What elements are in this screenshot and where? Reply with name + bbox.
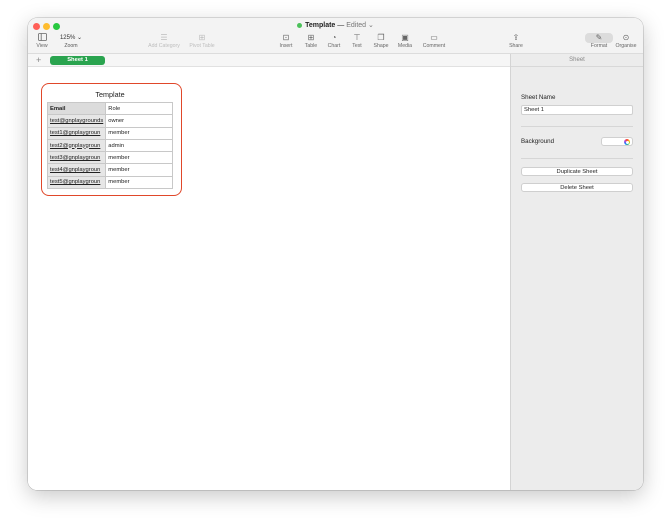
email-cell[interactable]: test5@gnplaygroun (46, 175, 107, 190)
email-cell[interactable]: test1@gnplaygroun (46, 126, 107, 140)
delete-sheet-button[interactable]: Delete Sheet (521, 183, 633, 192)
text-label: Text (352, 43, 362, 49)
insert-label: Insert (279, 43, 293, 49)
paintbrush-icon: ✎ (585, 33, 613, 43)
toolbar: Template — Edited ⌄ View 125% ⌄ Zoom ☰ A… (28, 18, 643, 54)
insert-button[interactable]: ⊡ Insert (272, 33, 300, 49)
document-status-icon (297, 22, 303, 28)
tab-sheet-1[interactable]: Sheet 1 (50, 56, 105, 65)
background-label: Background (521, 138, 555, 145)
add-sheet-button[interactable]: + (36, 54, 41, 66)
insert-icon: ⊡ (282, 33, 290, 42)
role-cell[interactable]: member (105, 126, 174, 140)
table-row: test1@gnplaygroun member (46, 126, 174, 140)
zoom-value: 125% ⌄ (59, 35, 83, 41)
media-label: Media (397, 43, 413, 49)
table-row: test5@gnplaygroun member (46, 175, 174, 190)
organise-label: Organise (615, 43, 637, 49)
window-title[interactable]: Template — Edited ⌄ (28, 21, 643, 31)
title-separator: — (337, 22, 345, 29)
table-header-row: Email Role (46, 101, 174, 116)
background-color-well[interactable] (601, 137, 633, 146)
shape-label: Shape (373, 43, 389, 49)
document-name: Template (305, 22, 336, 29)
view-label: View (36, 43, 48, 49)
role-cell[interactable]: admin (105, 138, 174, 153)
table-row: test4@gnplaygroun member (46, 163, 174, 177)
chart-label: Chart (327, 43, 341, 49)
role-cell[interactable]: member (105, 175, 174, 190)
add-category-label: Add Category (148, 43, 180, 49)
sidebar-divider (521, 158, 633, 159)
media-icon: ▣ (401, 33, 409, 42)
format-label: Format (590, 43, 608, 49)
app-window: Template — Edited ⌄ View 125% ⌄ Zoom ☰ A… (28, 18, 643, 490)
sheet-tab-bar: + Sheet 1 (28, 54, 510, 67)
table-row: test2@gnplaygroun admin (46, 138, 174, 153)
role-cell[interactable]: owner (105, 114, 174, 128)
zoom-control[interactable]: 125% ⌄ Zoom (57, 33, 85, 49)
email-cell[interactable]: test4@gnplaygroun (46, 163, 107, 177)
organise-icon: ⊙ (622, 33, 630, 42)
sheet-name-label: Sheet Name (521, 94, 556, 101)
comment-button[interactable]: ▭ Comment (418, 33, 450, 49)
sidebar-icon (28, 33, 56, 43)
table-row: test3@gnplaygroun member (46, 151, 174, 165)
pivot-table-label: Pivot Table (189, 43, 215, 49)
header-cell-email[interactable]: Email (46, 101, 107, 116)
role-cell[interactable]: member (105, 163, 174, 177)
pivot-icon: ⊞ (198, 33, 206, 42)
table-row: test@gnplaygrounds owner (46, 114, 174, 128)
format-button[interactable]: ✎ Format (585, 33, 613, 49)
media-button[interactable]: ▣ Media (391, 33, 419, 49)
edited-label: Edited (346, 22, 367, 29)
table-label: Table (304, 43, 318, 49)
sheet-name-input[interactable]: Sheet 1 (521, 105, 633, 115)
email-cell[interactable]: test3@gnplaygroun (46, 151, 107, 165)
sidebar-tab-sheet[interactable]: Sheet (511, 54, 643, 67)
data-table[interactable]: Email Role test@gnplaygrounds owner test… (46, 101, 174, 190)
comment-icon: ▭ (430, 33, 438, 42)
pivot-table-button[interactable]: ⊞ Pivot Table (186, 33, 218, 49)
share-icon: ⇪ (512, 33, 520, 42)
comment-label: Comment (422, 43, 446, 49)
share-label: Share (509, 43, 523, 49)
list-icon: ☰ (160, 33, 168, 42)
title-chevron-icon: ⌄ (368, 22, 374, 29)
role-cell[interactable]: member (105, 151, 174, 165)
email-cell[interactable]: test@gnplaygrounds (46, 114, 107, 128)
zoom-label: Zoom (64, 43, 78, 49)
share-button[interactable]: ⇪ Share (502, 33, 530, 49)
email-cell[interactable]: test2@gnplaygroun (46, 138, 107, 153)
color-wheel-icon[interactable] (624, 139, 630, 146)
sidebar-divider (521, 126, 633, 127)
view-button[interactable]: View (28, 33, 56, 49)
table-title[interactable]: Template (46, 90, 174, 99)
sheet-canvas[interactable]: Template Email Role test@gnplaygrounds o… (28, 67, 510, 490)
duplicate-sheet-button[interactable]: Duplicate Sheet (521, 167, 633, 176)
header-cell-role[interactable]: Role (105, 101, 174, 116)
format-sidebar: Sheet Sheet Name Sheet 1 Background Dupl… (510, 54, 643, 490)
add-category-button[interactable]: ☰ Add Category (144, 33, 184, 49)
organise-button[interactable]: ⊙ Organise (612, 33, 640, 49)
